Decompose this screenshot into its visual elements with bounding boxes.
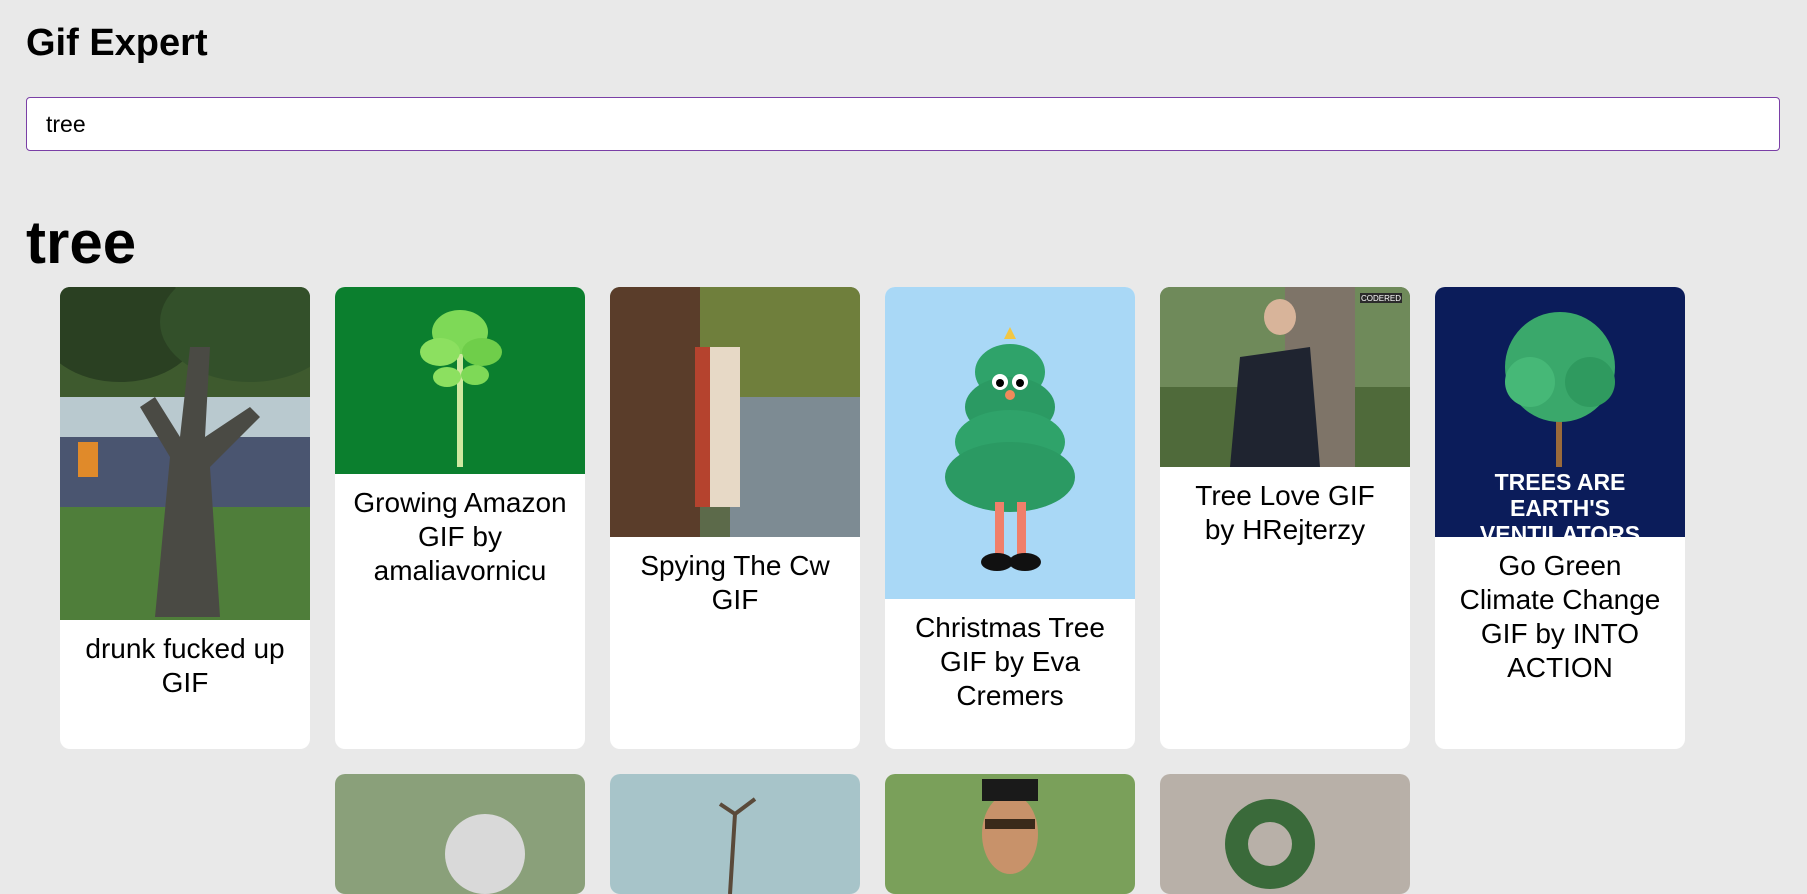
gif-card[interactable]: Christmas Tree GIF by Eva Cremers <box>885 287 1135 749</box>
gif-title: Christmas Tree GIF by Eva Cremers <box>915 612 1105 711</box>
gif-card[interactable]: drunk fucked up GIF <box>60 287 310 749</box>
gif-image[interactable] <box>60 287 310 620</box>
category-title: tree <box>26 209 137 276</box>
gif-title: Growing Amazon GIF by amaliavornicu <box>353 487 567 586</box>
gif-card[interactable]: TREES ARE EARTH'S VENTILATORS Go Green C… <box>1435 287 1685 749</box>
gif-title: drunk fucked up GIF <box>85 633 285 698</box>
gif-card[interactable]: Spying The Cw GIF <box>610 287 860 749</box>
gif-image[interactable] <box>335 774 585 894</box>
gif-image[interactable] <box>1160 774 1410 894</box>
search-field[interactable] <box>26 97 1780 151</box>
gif-card[interactable] <box>885 774 1135 894</box>
watermark: CODERED <box>1361 294 1401 303</box>
gif-image[interactable] <box>610 774 860 894</box>
gif-image[interactable]: CODERED <box>1160 287 1410 467</box>
gif-card[interactable]: Growing Amazon GIF by amaliavornicu <box>335 287 585 749</box>
gif-image[interactable] <box>610 287 860 537</box>
gif-image[interactable] <box>335 287 585 474</box>
image-caption-text: TREES ARE EARTH'S VENTILATORS <box>1479 469 1641 547</box>
gif-image[interactable] <box>885 774 1135 894</box>
search-input[interactable] <box>27 98 1779 150</box>
gif-card[interactable] <box>610 774 860 894</box>
gif-card[interactable] <box>335 774 585 894</box>
gif-image[interactable] <box>885 287 1135 599</box>
app-title: Gif Expert <box>26 22 208 64</box>
gif-image[interactable]: TREES ARE EARTH'S VENTILATORS <box>1435 287 1685 547</box>
gif-title: Go Green Climate Change GIF by INTO ACTI… <box>1459 550 1661 683</box>
gif-title: Tree Love GIF by HRejterzy <box>1195 480 1375 545</box>
gif-title: Spying The Cw GIF <box>640 550 830 615</box>
gif-card[interactable] <box>1160 774 1410 894</box>
gif-card[interactable]: CODERED Tree Love GIF by HRejterzy <box>1160 287 1410 749</box>
